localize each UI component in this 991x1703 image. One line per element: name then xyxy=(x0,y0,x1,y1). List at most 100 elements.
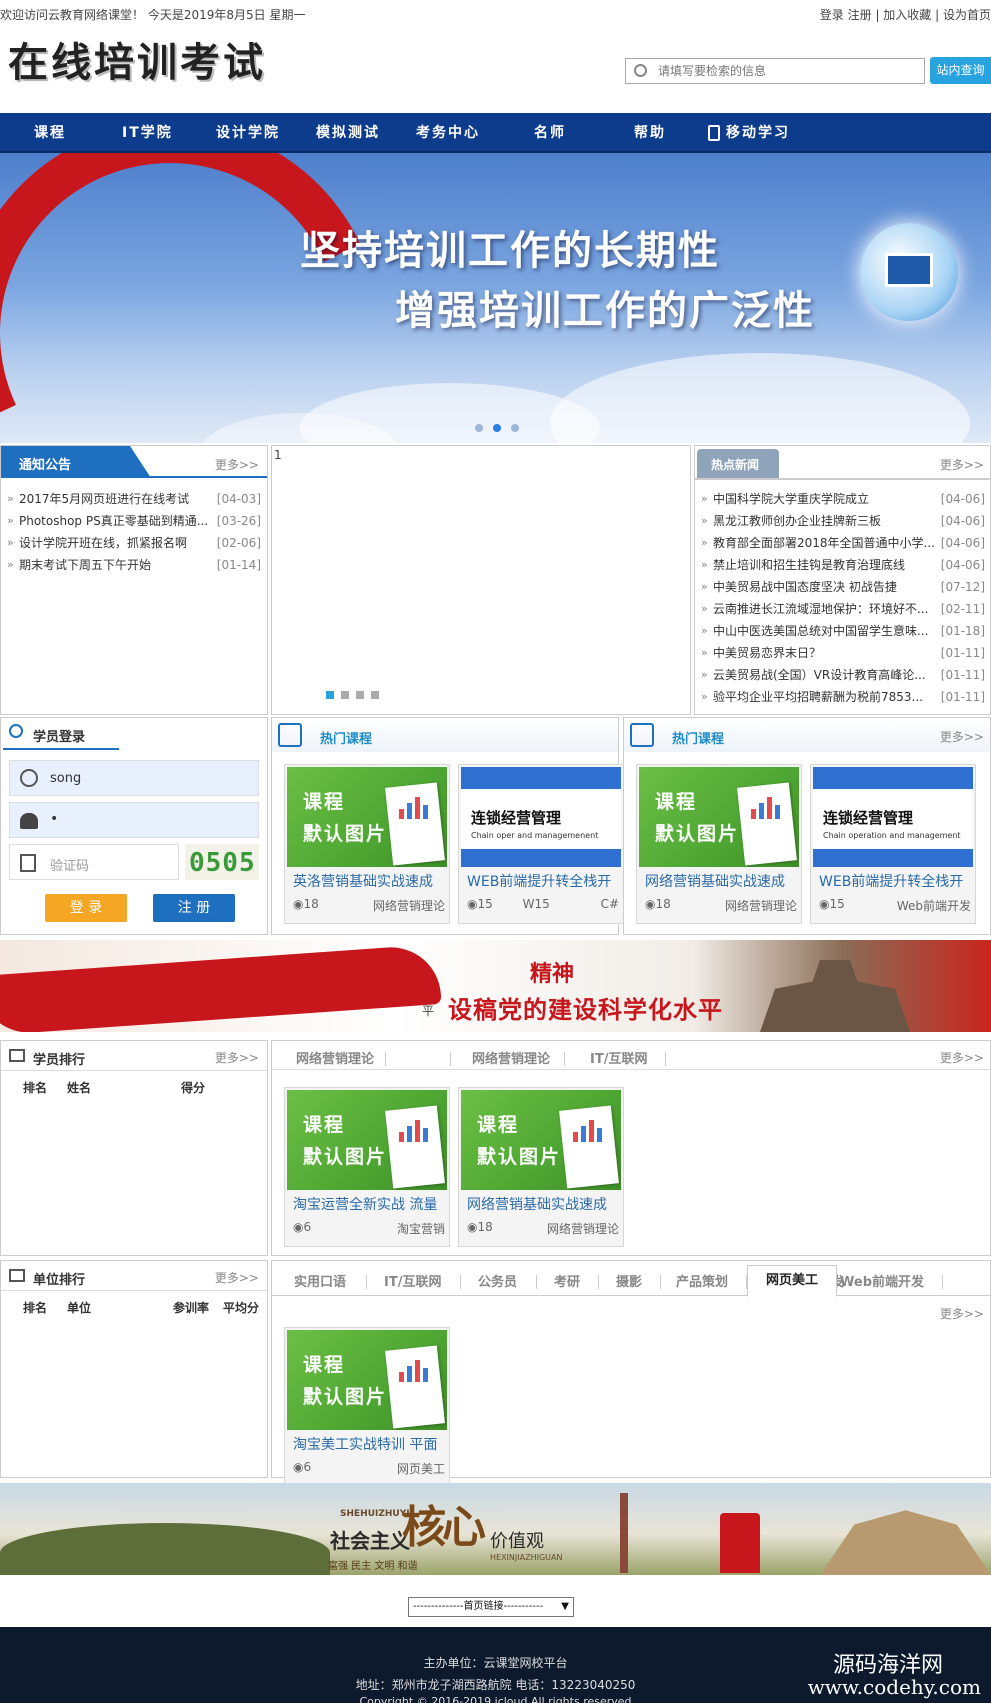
course-name[interactable]: 淘宝美工实战特训 平面 xyxy=(293,1434,445,1454)
nav-teachers[interactable]: 名师 xyxy=(534,113,566,153)
notice-more-link[interactable]: 更多>> xyxy=(215,456,259,473)
tab-item[interactable]: 网络营销理论 xyxy=(472,1048,550,1067)
tab-active[interactable]: 网页美工 xyxy=(747,1265,837,1297)
rank-col: 得分 xyxy=(181,1081,206,1095)
nav-courses[interactable]: 课程 xyxy=(34,113,66,153)
list-item[interactable]: 期末考试下周五下午开始[01-14] xyxy=(3,554,265,576)
tab-item[interactable]: 实用口语 xyxy=(294,1271,346,1290)
slider-dot[interactable] xyxy=(326,691,334,699)
top-bar: 欢迎访问云教育网络课堂！ 今天是2019年8月5日 星期一 登录 注册 | 加入… xyxy=(0,8,991,22)
login-button[interactable]: 登 录 xyxy=(45,894,127,922)
banner3-cn1: 社会主义 xyxy=(330,1529,410,1553)
tabs2-more-link[interactable]: 更多>> xyxy=(940,1305,984,1322)
list-item[interactable]: 验平均企业平均招聘薪酬为税前7853...[01-11] xyxy=(697,686,989,708)
list-item[interactable]: 黑龙江教师创办企业挂牌新三板[04-06] xyxy=(697,510,989,532)
list-item[interactable]: 中山中医选美国总统对中国留学生意味...[01-18] xyxy=(697,620,989,642)
course-card[interactable]: 课程 默认图片 淘宝美工实战特训 平面 ◉6 网页美工 xyxy=(284,1327,450,1487)
tab-item[interactable]: IT/互联网 xyxy=(590,1048,647,1067)
tab-item[interactable]: Web前端开发 xyxy=(840,1271,924,1290)
user-icon xyxy=(9,724,23,738)
tabs1-more-link[interactable]: 更多>> xyxy=(940,1049,984,1066)
broken-image: 1 xyxy=(274,448,282,462)
list-item[interactable]: 中美贸易战中国态度坚决 初战告捷[07-12] xyxy=(697,576,989,598)
banner-dot[interactable] xyxy=(511,424,519,432)
search-button[interactable]: 站内查询 xyxy=(930,57,991,84)
hot-news-title: 热点新闻 xyxy=(711,458,760,472)
tab-item[interactable]: 产品策划 xyxy=(676,1271,728,1290)
course-name[interactable]: WEB前端提升转全栈开 xyxy=(467,871,619,891)
list-item[interactable]: 中美贸易恋界末日？[01-11] xyxy=(697,642,989,664)
list-item[interactable]: 教育部全面部署2018年全国普通中小学...[04-06] xyxy=(697,532,989,554)
register-button[interactable]: 注 册 xyxy=(153,894,235,922)
tab-item[interactable]: 网络营销理论 xyxy=(296,1048,374,1067)
course-card[interactable]: 课程 默认图片 网络营销基础实战速成 ◉18 网络营销理论 xyxy=(636,764,802,924)
banner-dot[interactable] xyxy=(475,424,483,432)
footer: 主办单位：云课堂网校平台 地址：郑州市龙子湖西路航院 电话：1322304025… xyxy=(0,1627,991,1703)
list-item[interactable]: 禁止培训和招生挂钩是教育治理底线[04-06] xyxy=(697,554,989,576)
links-select[interactable]: --------------首页链接----------- ▼ xyxy=(408,1597,574,1617)
mobile-icon xyxy=(708,125,720,141)
banner2-text2: 设稿党的建设科学化水平 xyxy=(448,996,723,1024)
slider-dot[interactable] xyxy=(341,691,349,699)
notice-panel: 通知公告 更多>> 2017年5月网页班进行在线考试[04-03] Photos… xyxy=(0,445,268,715)
user-icon xyxy=(20,769,38,787)
tab-item[interactable]: 考研 xyxy=(554,1271,580,1290)
slider-dot[interactable] xyxy=(371,691,379,699)
hot-courses-panel-2: 热门课程 更多>> 课程 默认图片 网络营销基础实战速成 ◉18 网络营销理论 连锁… xyxy=(623,717,991,935)
tab-item[interactable]: IT/互联网 xyxy=(384,1271,441,1290)
banner3-py1: SHEHUIZHUYI xyxy=(340,1509,410,1519)
banner-line1: 坚持培训工作的长期性 xyxy=(300,228,720,274)
course-card[interactable]: 课程 默认图片 网络营销基础实战速成 ◉18 网络营销理论 xyxy=(458,1087,624,1247)
username-value: song xyxy=(50,771,82,786)
list-item[interactable]: 2017年5月网页班进行在线考试[04-03] xyxy=(3,488,265,510)
course-card[interactable]: 连锁经营管理 Chain oper and managemenent WEB前端提… xyxy=(458,764,624,924)
search-input[interactable] xyxy=(658,61,918,81)
course-card[interactable]: 课程 默认图片 淘宝运营全新实战 流量 ◉6 淘宝营销 xyxy=(284,1087,450,1247)
hot-news-more-link[interactable]: 更多>> xyxy=(940,456,984,473)
course-name[interactable]: 网络营销基础实战速成 xyxy=(645,871,797,891)
rank-title: 学员排行 xyxy=(33,1053,86,1068)
nav-exam-center[interactable]: 考务中心 xyxy=(416,113,480,153)
captcha-field[interactable]: 验证码 xyxy=(9,844,179,880)
site-logo[interactable]: 在线培训考试 xyxy=(8,30,266,86)
course-name[interactable]: 淘宝运营全新实战 流量 xyxy=(293,1194,445,1214)
rank-more-link[interactable]: 更多>> xyxy=(215,1049,259,1066)
course-card[interactable]: 课程 默认图片 英洛营销基础实战速成 ◉18 网络营销理论 xyxy=(284,764,450,924)
homepage-link[interactable]: 设为首页 xyxy=(943,8,991,22)
favorite-link[interactable]: 加入收藏 xyxy=(883,8,931,22)
register-link[interactable]: 注册 xyxy=(848,8,872,22)
hot-courses-panel-1: 热门课程 课程 默认图片 英洛营销基础实战速成 ◉18 网络营销理论 连锁经营管理 C… xyxy=(271,717,624,935)
slider-dot[interactable] xyxy=(356,691,364,699)
captcha-placeholder: 验证码 xyxy=(50,859,90,874)
nav-help[interactable]: 帮助 xyxy=(634,113,666,153)
banner-dot[interactable] xyxy=(493,424,501,432)
list-item[interactable]: 设计学院开班在线，抓紧报名啊[02-06] xyxy=(3,532,265,554)
list-item[interactable]: Photoshop PS真正零基础到精通...[03-26] xyxy=(3,510,265,532)
captcha-image[interactable]: 0505 xyxy=(185,844,259,880)
hot-courses-more-link[interactable]: 更多>> xyxy=(940,728,984,745)
login-link[interactable]: 登录 xyxy=(820,8,844,22)
rank-col: 排名 xyxy=(23,1081,48,1095)
course-name[interactable]: 英洛营销基础实战速成 xyxy=(293,871,445,891)
lock-icon xyxy=(20,813,38,829)
username-field[interactable]: song xyxy=(9,760,259,796)
rank-icon xyxy=(9,1269,25,1282)
course-name[interactable]: WEB前端提升转全栈开 xyxy=(819,871,971,891)
list-item[interactable]: 云南推进长江流域湿地保护：环境好不...[02-11] xyxy=(697,598,989,620)
password-field[interactable]: • xyxy=(9,802,259,838)
course-card[interactable]: 连锁经营管理 Chain operation and management WEB… xyxy=(810,764,976,924)
course-name[interactable]: 网络营销基础实战速成 xyxy=(467,1194,619,1214)
nav-it-college[interactable]: IT学院 xyxy=(122,113,173,153)
list-item[interactable]: 中国科学院大学重庆学院成立[04-06] xyxy=(697,488,989,510)
nav-design-college[interactable]: 设计学院 xyxy=(216,113,280,153)
nav-mock-test[interactable]: 模拟测试 xyxy=(316,113,380,153)
image-slider[interactable]: 1 xyxy=(271,445,691,715)
mountain xyxy=(0,1523,330,1575)
eye-icon: ◉ xyxy=(293,1460,304,1474)
unit-rank-more-link[interactable]: 更多>> xyxy=(215,1269,259,1286)
tab-item[interactable]: 公务员 xyxy=(478,1271,517,1290)
list-item[interactable]: 云美贸易战(全国）VR设计教育高峰论...[01-11] xyxy=(697,664,989,686)
nav-mobile-learning[interactable]: 移动学习 xyxy=(726,113,790,153)
tab-item[interactable]: 摄影 xyxy=(616,1271,642,1290)
banner-line2: 增强培训工作的广泛性 xyxy=(395,288,815,334)
